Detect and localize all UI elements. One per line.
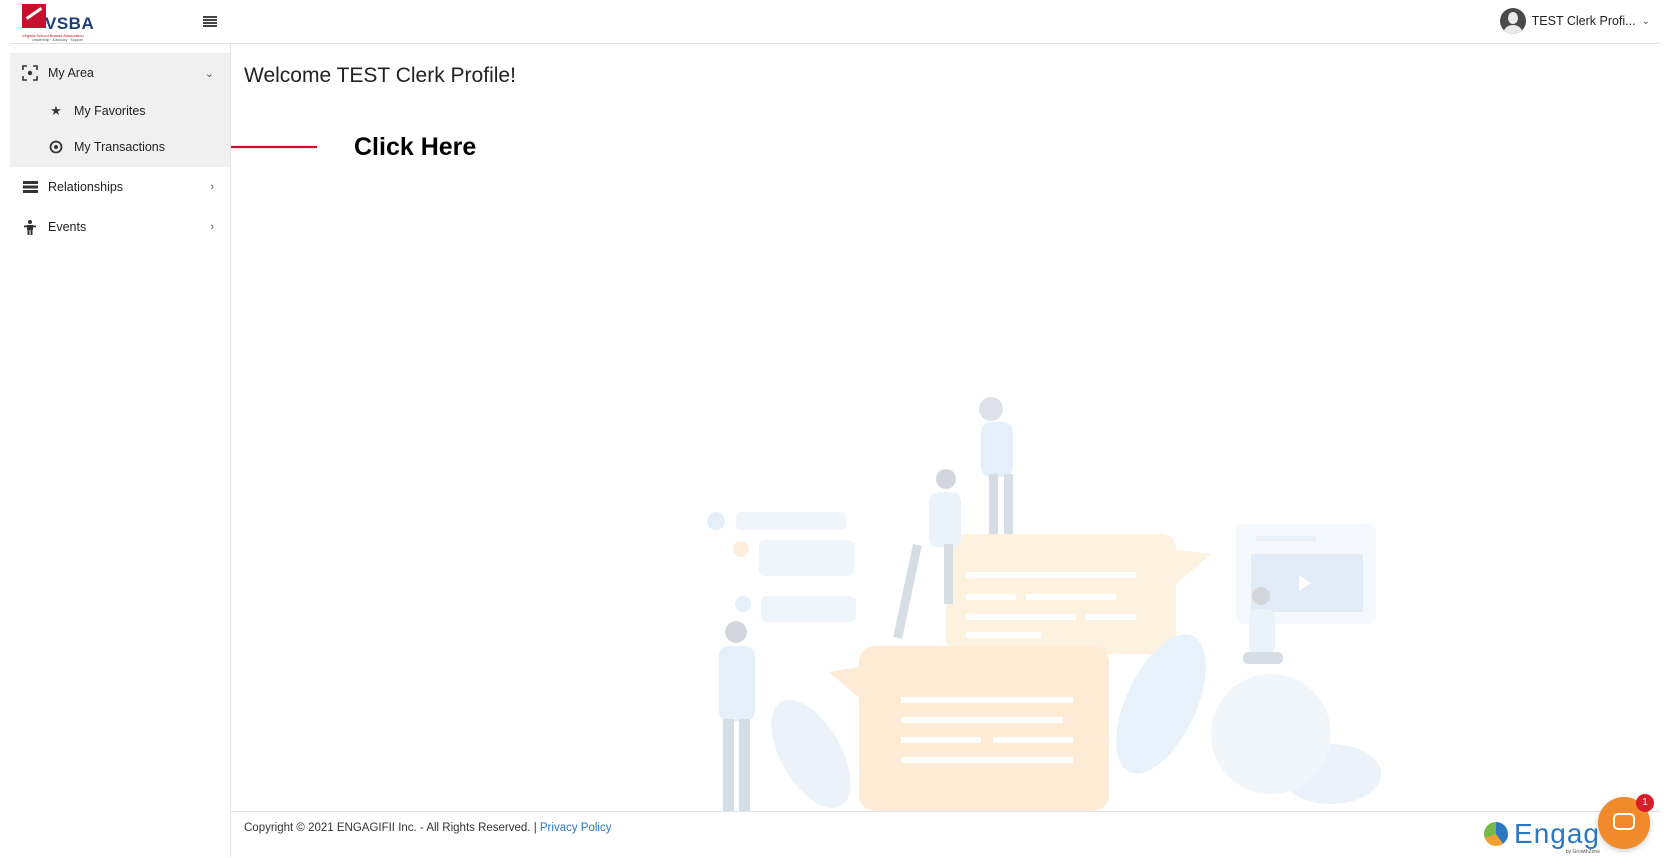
engage-logo: Engag by GrowthZone	[1484, 814, 1600, 855]
profile-menu[interactable]: TEST Clerk Profi... ⌄	[1499, 8, 1650, 34]
footer: Copyright © 2021 ENGAGIFII Inc. - All Ri…	[231, 811, 1660, 858]
chevron-down-icon: ⌄	[204, 67, 214, 80]
engage-logo-subtext: by GrowthZone	[1565, 849, 1600, 855]
profile-name: TEST Clerk Profi...	[1531, 14, 1636, 28]
user-avatar-icon	[1499, 8, 1526, 34]
main-content: Welcome TEST Clerk Profile! Click Here	[231, 44, 1660, 811]
annotation-arrow	[231, 145, 317, 149]
sidebar: My Area ⌄ ★ My Favorites My Transactions…	[10, 44, 231, 857]
sidebar-item-my-transactions[interactable]: My Transactions	[10, 129, 230, 165]
focus-icon	[22, 65, 38, 81]
sidebar-item-events[interactable]: Events ›	[10, 207, 230, 247]
chevron-right-icon: ›	[210, 181, 214, 193]
page-title: Welcome TEST Clerk Profile!	[244, 64, 516, 87]
sidebar-item-my-area[interactable]: My Area ⌄	[10, 53, 230, 93]
sidebar-item-label: My Transactions	[74, 140, 166, 154]
engage-logo-mark	[1484, 822, 1509, 846]
chevron-down-icon: ⌄	[1641, 15, 1650, 27]
chat-icon	[1613, 813, 1635, 830]
logo-subtagline: Leadership · Advocacy · Support	[32, 38, 83, 42]
team-collaboration-illustration	[707, 397, 1381, 811]
annotation-click-here: Click Here	[354, 133, 477, 161]
sidebar-item-label: My Area	[48, 66, 94, 80]
transactions-icon	[48, 139, 64, 155]
person-icon	[22, 219, 38, 235]
chevron-right-icon: ›	[210, 221, 214, 233]
privacy-policy-link[interactable]: Privacy Policy	[540, 822, 612, 834]
list-icon	[22, 179, 38, 195]
copyright-text: Copyright © 2021 ENGAGIFII Inc. - All Ri…	[244, 822, 611, 834]
sidebar-section-my-area: My Area ⌄ ★ My Favorites My Transactions	[10, 53, 230, 167]
copyright-label: Copyright © 2021 ENGAGIFII Inc. - All Ri…	[244, 822, 540, 834]
vsba-logo[interactable]: VSBA Virginia School Boards Association …	[22, 4, 94, 42]
sidebar-item-my-favorites[interactable]: ★ My Favorites	[10, 93, 230, 129]
star-icon: ★	[50, 103, 62, 118]
engage-logo-text: Engag	[1514, 818, 1600, 849]
sidebar-item-relationships[interactable]: Relationships ›	[10, 167, 230, 207]
sidebar-item-label: Relationships	[48, 180, 124, 194]
vsba-logo-mark	[22, 4, 46, 28]
sidebar-item-label: Events	[48, 220, 87, 234]
hamburger-icon[interactable]	[203, 16, 217, 28]
chat-launcher-button[interactable]: 1	[1598, 794, 1654, 849]
top-bar: VSBA Virginia School Boards Association …	[10, 0, 1660, 44]
notification-badge: 1	[1636, 794, 1654, 812]
vsba-logo-text: VSBA	[45, 14, 95, 33]
sidebar-item-label: My Favorites	[74, 104, 146, 118]
